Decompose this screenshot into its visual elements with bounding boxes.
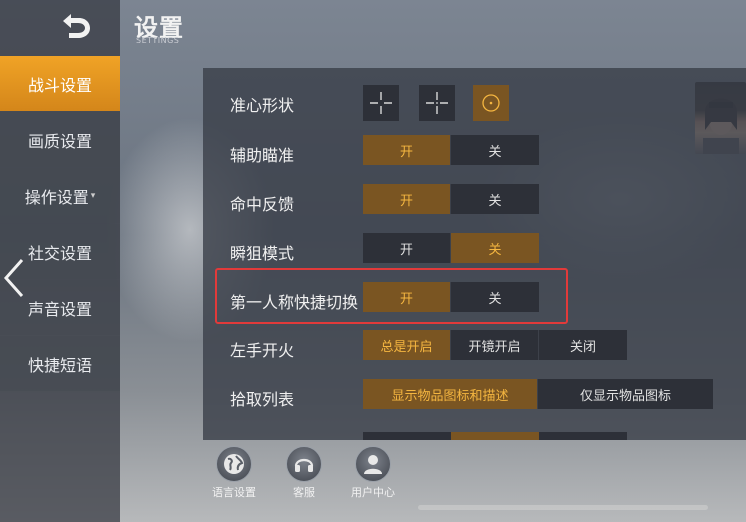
menu-item-quick-phrases[interactable]: 快捷短语: [0, 336, 120, 391]
crosshair-option-2[interactable]: [419, 85, 455, 121]
setting-row-hit-feedback: 命中反馈 开 关: [203, 184, 746, 220]
circle-dot-icon: [482, 94, 500, 112]
customer-service-button[interactable]: 客服: [276, 446, 332, 500]
option-off[interactable]: 关: [451, 233, 539, 263]
setting-label: 准心形状: [230, 96, 295, 115]
chevron-left-icon: [3, 259, 24, 297]
menu-item-label: 快捷短语: [27, 355, 92, 375]
toggle-pickup-list: 显示物品图标和描述 仅显示物品图标: [363, 379, 713, 409]
option-on[interactable]: 开: [363, 233, 451, 263]
headset-icon: [286, 446, 322, 482]
partial-option: [363, 432, 451, 440]
back-button[interactable]: [55, 8, 95, 44]
menu-item-combat[interactable]: 战斗设置: [0, 56, 120, 111]
option-always-on[interactable]: 总是开启: [363, 330, 451, 360]
option-icon-only[interactable]: 仅显示物品图标: [538, 379, 713, 409]
user-icon: [355, 446, 391, 482]
setting-row-pickup-list: 拾取列表 显示物品图标和描述 仅显示物品图标: [203, 379, 746, 415]
toggle-aim-assist: 开 关: [363, 135, 539, 165]
setting-label: 拾取列表: [230, 390, 295, 409]
setting-label: 瞬狙模式: [230, 244, 295, 263]
option-off[interactable]: 关: [451, 135, 539, 165]
horizontal-scrollbar[interactable]: [418, 505, 708, 510]
menu-item-controls[interactable]: 操作设置 ▾: [0, 168, 120, 223]
settings-menu: 战斗设置 画质设置 操作设置 ▾ 社交设置 声音设置 快捷短语: [0, 56, 120, 392]
next-row-partial: [363, 432, 627, 440]
dropdown-caret-icon: ▾: [90, 190, 96, 201]
footer-label: 客服: [293, 486, 315, 499]
settings-panel: 准心形状 辅助瞄准 开 关 命中反馈 开 关 瞬狙模式 开 关 第一人称快捷切换…: [203, 68, 746, 440]
option-on[interactable]: 开: [363, 184, 451, 214]
sidebar: 战斗设置 画质设置 操作设置 ▾ 社交设置 声音设置 快捷短语: [0, 0, 120, 522]
crosshair-option-1[interactable]: [363, 85, 399, 121]
toggle-quick-scope: 开 关: [363, 233, 539, 263]
menu-item-label: 画质设置: [27, 131, 92, 151]
page-subtitle: SETTINGS: [136, 36, 180, 45]
menu-item-label: 操作设置: [24, 187, 89, 207]
option-scope-on[interactable]: 开镜开启: [451, 330, 539, 360]
partial-option: [539, 432, 627, 440]
setting-row-left-fire: 左手开火 总是开启 开镜开启 关闭: [203, 330, 746, 366]
crosshair-icon: [426, 92, 448, 114]
back-arrow-icon: [63, 14, 90, 38]
menu-item-label: 声音设置: [27, 299, 92, 319]
toggle-hit-feedback: 开 关: [363, 184, 539, 214]
collapse-arrow-button[interactable]: [2, 258, 26, 298]
crosshair-icon: [370, 92, 392, 114]
option-on[interactable]: 开: [363, 135, 451, 165]
user-center-button[interactable]: 用户中心: [345, 446, 401, 500]
menu-item-label: 战斗设置: [27, 75, 92, 95]
highlight-annotation: [215, 268, 568, 324]
footer-label: 用户中心: [351, 486, 395, 499]
menu-item-label: 社交设置: [27, 243, 92, 263]
toggle-left-fire: 总是开启 开镜开启 关闭: [363, 330, 627, 360]
setting-row-aim-assist: 辅助瞄准 开 关: [203, 135, 746, 171]
setting-label: 左手开火: [230, 341, 295, 360]
setting-label: 命中反馈: [230, 195, 295, 214]
partial-option: [451, 432, 539, 440]
crosshair-option-3[interactable]: [473, 85, 509, 121]
setting-row-quick-scope: 瞬狙模式 开 关: [203, 233, 746, 269]
menu-item-graphics[interactable]: 画质设置: [0, 112, 120, 167]
setting-label: 辅助瞄准: [230, 146, 295, 165]
option-off[interactable]: 关: [451, 184, 539, 214]
globe-icon: [216, 446, 252, 482]
option-off[interactable]: 关闭: [539, 330, 627, 360]
footer-label: 语言设置: [212, 486, 256, 499]
option-icon-and-desc[interactable]: 显示物品图标和描述: [363, 379, 538, 409]
setting-row-crosshair: 准心形状: [203, 85, 746, 121]
language-settings-button[interactable]: 语言设置: [206, 446, 262, 500]
